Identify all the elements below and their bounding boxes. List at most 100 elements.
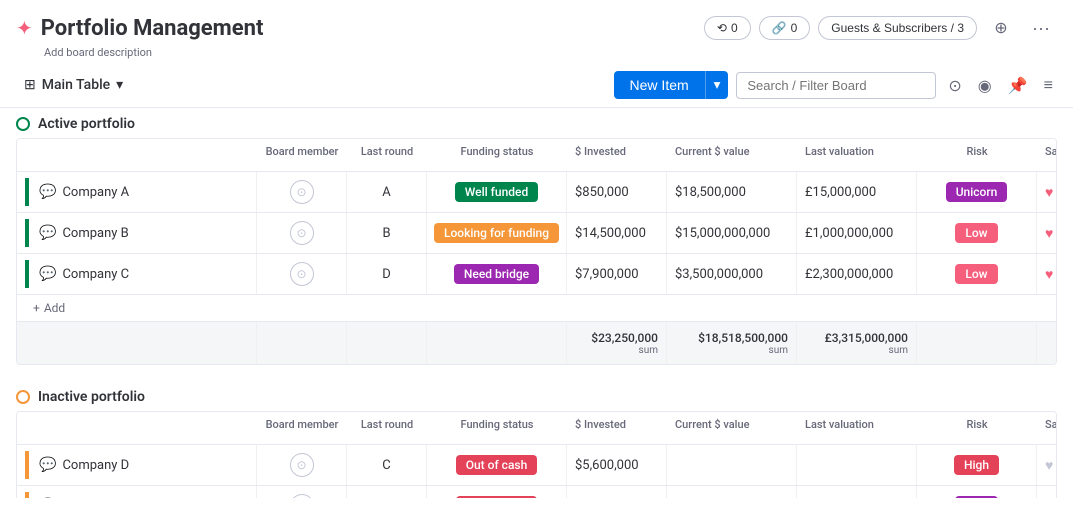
cell-risk-d: High xyxy=(917,445,1037,485)
col-last-valuation-i: Last valuation xyxy=(797,412,917,444)
header-actions: ⟲ 0 🔗 0 Guests & Subscribers / 3 ⊕ ··· xyxy=(704,12,1057,44)
sum-empty-3 xyxy=(347,322,427,364)
col-funding-status: Funding status xyxy=(427,139,567,171)
guests-button[interactable]: Guests & Subscribers / 3 xyxy=(818,16,977,40)
toolbar: ⊞ Main Table ▾ New Item ▾ ⊙ ◉ 📌 ≡ xyxy=(0,63,1073,108)
chat-icon-b[interactable]: 💬 xyxy=(39,225,56,241)
sum-current-value: $18,518,500,000 xyxy=(698,331,788,345)
toolbar-left: ⊞ Main Table ▾ xyxy=(16,73,131,97)
add-icon: + xyxy=(33,301,40,315)
cell-risk-b: Low xyxy=(917,213,1037,253)
group-inactive: Inactive portfolio Board member Last rou… xyxy=(16,381,1057,498)
funding-badge-d: Out of cash xyxy=(456,455,538,475)
avatar-b: ⊙ xyxy=(290,221,314,245)
cell-satisfaction-d: ♥ ♥ ♥ ♥ ♥ xyxy=(1037,445,1057,485)
toolbar-right: New Item ▾ ⊙ ◉ 📌 ≡ xyxy=(614,71,1057,99)
cell-valuation-b: £1,000,000,000 xyxy=(797,213,917,253)
hearts-d: ♥ ♥ ♥ ♥ ♥ xyxy=(1045,457,1057,474)
company-name-d: Company D xyxy=(62,458,129,473)
pin-icon[interactable]: 📌 xyxy=(1004,72,1032,99)
add-label: Add xyxy=(44,301,65,315)
chat-icon-d[interactable]: 💬 xyxy=(39,457,56,473)
group-active: Active portfolio Board member Last round… xyxy=(16,108,1057,365)
heart-2: ♥ xyxy=(1055,498,1057,499)
more-options-button[interactable]: ··· xyxy=(1025,12,1057,44)
cell-valuation-e xyxy=(797,486,917,498)
new-item-button[interactable]: New Item xyxy=(614,71,705,99)
sum-current-label: sum xyxy=(769,345,788,356)
col-last-round: Last round xyxy=(347,139,427,171)
cell-current-c: $3,500,000,000 xyxy=(667,254,797,294)
funding-badge-c: Need bridge xyxy=(454,264,539,284)
col-current-value: Current $ value xyxy=(667,139,797,171)
heart-2: ♥ xyxy=(1055,457,1057,474)
cell-current-d xyxy=(667,445,797,485)
col-last-round-i: Last round xyxy=(347,412,427,444)
heart-2: ♥ xyxy=(1055,225,1057,242)
col-invested: $ Invested xyxy=(567,139,667,171)
sum-empty-4 xyxy=(427,322,567,364)
link-count: 0 xyxy=(791,21,798,35)
cell-invested-d: $5,600,000 xyxy=(567,445,667,485)
filter-icon[interactable]: ≡ xyxy=(1040,71,1057,99)
cell-name-a: 💬 Company A xyxy=(17,172,257,212)
cell-satisfaction-c: ♥ ♥ ♥ ♥ ♥ xyxy=(1037,254,1057,294)
cell-invested-c: $7,900,000 xyxy=(567,254,667,294)
board-description[interactable]: Add board description xyxy=(44,46,1057,59)
main-table-button[interactable]: ⊞ Main Table ▾ xyxy=(16,73,131,97)
sum-valuation-value: £3,315,000,000 xyxy=(825,331,908,345)
group-header-inactive: Inactive portfolio xyxy=(16,381,1057,411)
app-title: Portfolio Management xyxy=(41,16,264,41)
more-icon: ··· xyxy=(1032,18,1050,39)
cell-current-a: $18,500,000 xyxy=(667,172,797,212)
cell-board-member-b: ⊙ xyxy=(257,213,347,253)
table-row: 💬 Company E ⊙ B Out of cash $59,000,000 … xyxy=(17,486,1056,498)
add-guests-icon-button[interactable]: ⊕ xyxy=(985,12,1017,44)
cell-name-b: 💬 Company B xyxy=(17,213,257,253)
group-dot-inactive xyxy=(16,390,30,404)
cell-valuation-a: £15,000,000 xyxy=(797,172,917,212)
row-bar-d xyxy=(25,451,29,479)
cell-name-c: 💬 Company C xyxy=(17,254,257,294)
table-row: 💬 Company A ⊙ A Well funded $850,000 $18… xyxy=(17,172,1056,213)
add-row-active[interactable]: + Add xyxy=(17,295,1056,321)
person-icon[interactable]: ⊙ xyxy=(944,72,965,99)
guests-label: Guests & Subscribers / 3 xyxy=(831,21,964,35)
cell-funding-c: Need bridge xyxy=(427,254,567,294)
chat-icon-a[interactable]: 💬 xyxy=(39,184,56,200)
sum-satisfaction-active: 4 / 5 xyxy=(1037,322,1057,364)
cell-board-member-d: ⊙ xyxy=(257,445,347,485)
heart-2: ♥ xyxy=(1055,266,1057,283)
active-table: Board member Last round Funding status $… xyxy=(16,138,1057,365)
heart-1: ♥ xyxy=(1045,184,1053,201)
sum-risk-active xyxy=(917,322,1037,364)
link-count-button[interactable]: 🔗 0 xyxy=(759,16,811,40)
heart-2: ♥ xyxy=(1055,184,1057,201)
share-icon: ⟲ xyxy=(717,21,727,35)
cell-funding-a: Well funded xyxy=(427,172,567,212)
eye-icon[interactable]: ◉ xyxy=(974,72,996,99)
row-bar-a xyxy=(25,178,29,206)
sum-valuation-active: £3,315,000,000 sum xyxy=(797,322,917,364)
cell-invested-e: $59,000,000 xyxy=(567,486,667,498)
cell-funding-e: Out of cash xyxy=(427,486,567,498)
cell-name-d: 💬 Company D xyxy=(17,445,257,485)
hearts-b: ♥ ♥ ♥ ♥ ♥ xyxy=(1045,225,1057,242)
heart-1: ♥ xyxy=(1045,225,1053,242)
cell-risk-a: Unicorn xyxy=(917,172,1037,212)
share-count-button[interactable]: ⟲ 0 xyxy=(704,16,751,40)
table-row: 💬 Company C ⊙ D Need bridge $7,900,000 $… xyxy=(17,254,1056,295)
col-name xyxy=(17,139,257,171)
search-input[interactable] xyxy=(736,72,936,99)
chat-icon-c[interactable]: 💬 xyxy=(39,266,56,282)
cell-board-member-c: ⊙ xyxy=(257,254,347,294)
cell-satisfaction-e: ♥ ♥ ♥ ♥ ♥ xyxy=(1037,486,1057,498)
hearts-e: ♥ ♥ ♥ ♥ ♥ xyxy=(1045,498,1057,499)
new-item-dropdown-button[interactable]: ▾ xyxy=(705,71,729,99)
cell-funding-b: Looking for funding xyxy=(427,213,567,253)
group-header-active: Active portfolio xyxy=(16,108,1057,138)
hearts-a: ♥ ♥ ♥ ♥ ♥ xyxy=(1045,184,1057,201)
app-icon: ✦ xyxy=(16,16,33,40)
company-name-c: Company C xyxy=(62,267,129,282)
table-row: 💬 Company D ⊙ C Out of cash $5,600,000 H… xyxy=(17,445,1056,486)
